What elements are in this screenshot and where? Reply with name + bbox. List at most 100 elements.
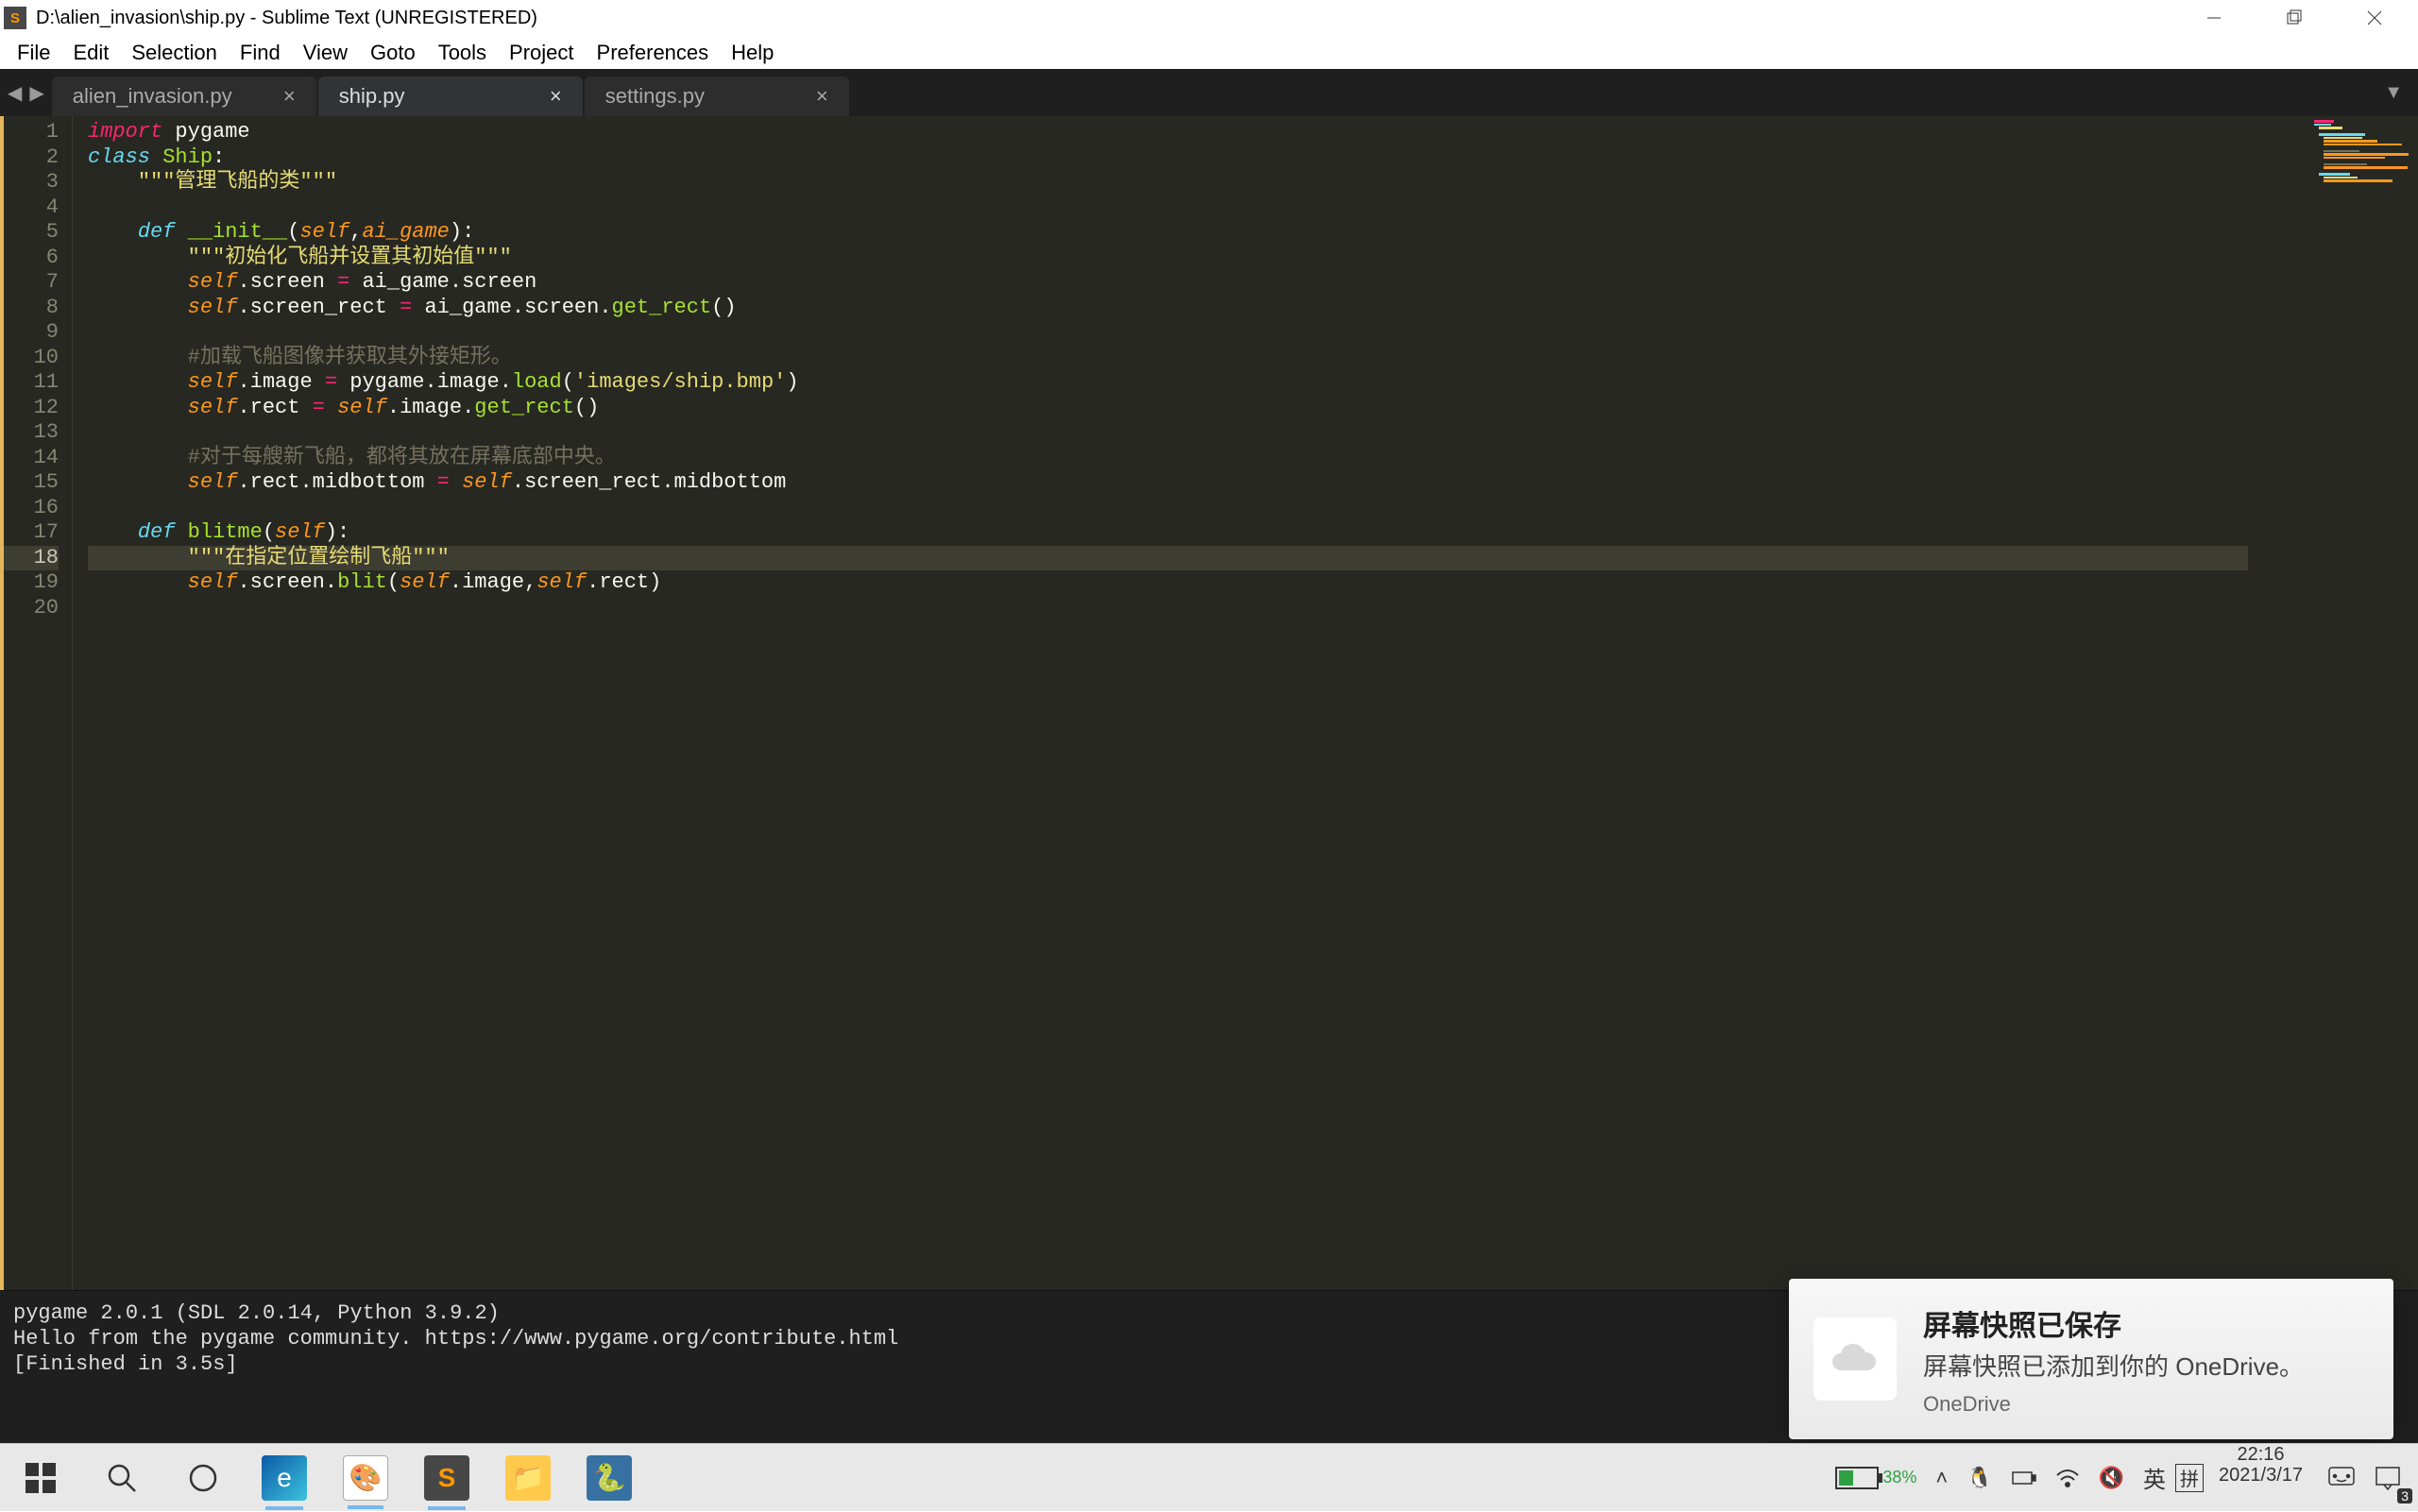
search-button[interactable] [81, 1444, 162, 1512]
tray-ime-lang[interactable]: 英 [2134, 1444, 2175, 1511]
tray-qq-icon[interactable]: 🐧 [1957, 1444, 2001, 1511]
battery-percent: 38% [1882, 1468, 1916, 1487]
window-title: D:\alien_invasion\ship.py - Sublime Text… [36, 8, 537, 29]
line-number[interactable]: 4 [0, 195, 59, 221]
battery-indicator[interactable]: 38% [1826, 1444, 1926, 1511]
code-line[interactable]: self.rect.midbottom = self.screen_rect.m… [88, 470, 2248, 496]
tab-label: alien_invasion.py [73, 84, 232, 109]
code-line[interactable] [88, 496, 2248, 521]
code-line[interactable] [88, 195, 2248, 221]
code-line[interactable]: self.screen.blit(self.image,self.rect) [88, 570, 2248, 596]
code-line[interactable]: class Ship: [88, 145, 2248, 171]
system-tray: 38% ˄ 🐧 🔇 英 拼 22:16 2021/3/17 3 [1826, 1444, 2418, 1511]
line-gutter[interactable]: 1234567891011121314151617181920 [0, 116, 72, 1290]
menu-edit[interactable]: Edit [61, 41, 120, 65]
menu-selection[interactable]: Selection [120, 41, 229, 65]
menu-help[interactable]: Help [720, 41, 785, 65]
line-number[interactable]: 9 [0, 320, 59, 346]
menu-view[interactable]: View [292, 41, 359, 65]
code-line[interactable] [88, 320, 2248, 346]
tab-settings-py[interactable]: settings.py× [585, 76, 849, 116]
taskbar-app-edge[interactable]: e [244, 1444, 325, 1512]
close-button[interactable] [2334, 0, 2414, 36]
tab-overflow-icon[interactable]: ▼ [2369, 69, 2418, 116]
line-number[interactable]: 1 [0, 120, 59, 145]
tab-strip: ◀ ▶ alien_invasion.py×ship.py×settings.p… [0, 69, 2418, 116]
line-number[interactable]: 5 [0, 220, 59, 246]
app-icon: S [4, 7, 26, 29]
code-line[interactable]: def __init__(self,ai_game): [88, 220, 2248, 246]
notification-source: OneDrive [1923, 1392, 2304, 1417]
line-number[interactable]: 16 [0, 496, 59, 521]
tab-history-back-icon[interactable]: ◀ [4, 81, 26, 105]
line-number[interactable]: 12 [0, 396, 59, 421]
tray-volume-icon[interactable]: 🔇 [2089, 1444, 2134, 1511]
tab-alien_invasion-py[interactable]: alien_invasion.py × [52, 76, 316, 116]
code-line[interactable]: """管理飞船的类""" [88, 170, 2248, 195]
code-line[interactable]: import pygame [88, 120, 2248, 145]
line-number[interactable]: 19 [0, 570, 59, 596]
line-number[interactable]: 3 [0, 170, 59, 195]
notification-body: 屏幕快照已添加到你的 OneDrive。 [1923, 1348, 2304, 1383]
tab-ship-py[interactable]: ship.py × [318, 76, 583, 116]
menu-bar: FileEditSelectionFindViewGotoToolsProjec… [0, 36, 2418, 69]
start-button[interactable] [0, 1444, 81, 1512]
menu-file[interactable]: File [6, 41, 61, 65]
code-line[interactable]: #对于每艘新飞船，都将其放在屏幕底部中央。 [88, 446, 2248, 471]
close-icon[interactable]: × [816, 84, 828, 109]
tray-input-indicator-icon[interactable] [2318, 1444, 2365, 1511]
code-line[interactable]: self.screen = ai_game.screen [88, 270, 2248, 296]
editor[interactable]: 1234567891011121314151617181920 import p… [0, 116, 2418, 1290]
cortana-button[interactable] [162, 1444, 244, 1512]
menu-project[interactable]: Project [498, 41, 585, 65]
tray-clock[interactable]: 22:16 2021/3/17 [2204, 1444, 2318, 1511]
code-line[interactable]: self.image = pygame.image.load('images/s… [88, 370, 2248, 396]
action-center-icon[interactable]: 3 [2365, 1444, 2410, 1511]
line-number[interactable]: 10 [0, 346, 59, 371]
taskbar-app-python[interactable]: 🐍 [569, 1444, 650, 1512]
menu-find[interactable]: Find [229, 41, 292, 65]
tray-power-icon[interactable] [2002, 1444, 2046, 1511]
taskbar-app-paint[interactable]: 🎨 [325, 1444, 406, 1512]
line-number[interactable]: 20 [0, 596, 59, 621]
code-line[interactable]: """在指定位置绘制飞船""" [88, 546, 2248, 571]
modified-indicator [0, 116, 4, 1290]
menu-preferences[interactable]: Preferences [586, 41, 721, 65]
menu-tools[interactable]: Tools [427, 41, 498, 65]
tray-ime-mode[interactable]: 拼 [2175, 1464, 2204, 1492]
tray-chevron-up-icon[interactable]: ˄ [1926, 1444, 1957, 1511]
notification-title: 屏幕快照已保存 [1923, 1302, 2304, 1344]
code-area[interactable]: import pygameclass Ship: """管理飞船的类""" de… [72, 116, 2248, 1290]
line-number[interactable]: 7 [0, 270, 59, 296]
tray-date: 2021/3/17 [2219, 1465, 2303, 1486]
tray-wifi-icon[interactable] [2046, 1444, 2089, 1511]
tab-label: ship.py [339, 84, 405, 109]
code-line[interactable]: def blitme(self): [88, 520, 2248, 546]
taskbar-app-explorer[interactable]: 📁 [487, 1444, 569, 1512]
line-number[interactable]: 8 [0, 296, 59, 321]
maximize-button[interactable] [2254, 0, 2334, 36]
code-line[interactable]: """初始化飞船并设置其初始值""" [88, 246, 2248, 271]
code-line[interactable]: #加载飞船图像并获取其外接矩形。 [88, 346, 2248, 371]
line-number[interactable]: 17 [0, 520, 59, 546]
onedrive-notification[interactable]: 屏幕快照已保存 屏幕快照已添加到你的 OneDrive。 OneDrive [1789, 1279, 2393, 1439]
line-number[interactable]: 18 [0, 546, 59, 571]
taskbar-app-sublime[interactable]: S [406, 1444, 487, 1512]
line-number[interactable]: 11 [0, 370, 59, 396]
line-number[interactable]: 15 [0, 470, 59, 496]
close-icon[interactable]: × [283, 84, 296, 109]
line-number[interactable]: 13 [0, 420, 59, 446]
tab-history-forward-icon[interactable]: ▶ [26, 81, 47, 105]
close-icon[interactable]: × [550, 84, 562, 109]
line-number[interactable]: 2 [0, 145, 59, 171]
cloud-icon [1814, 1317, 1897, 1401]
menu-goto[interactable]: Goto [359, 41, 427, 65]
code-line[interactable]: self.rect = self.image.get_rect() [88, 396, 2248, 421]
line-number[interactable]: 14 [0, 446, 59, 471]
code-line[interactable] [88, 596, 2248, 621]
code-line[interactable] [88, 420, 2248, 446]
minimap[interactable] [2248, 116, 2418, 1290]
minimize-button[interactable] [2173, 0, 2254, 36]
line-number[interactable]: 6 [0, 246, 59, 271]
code-line[interactable]: self.screen_rect = ai_game.screen.get_re… [88, 296, 2248, 321]
